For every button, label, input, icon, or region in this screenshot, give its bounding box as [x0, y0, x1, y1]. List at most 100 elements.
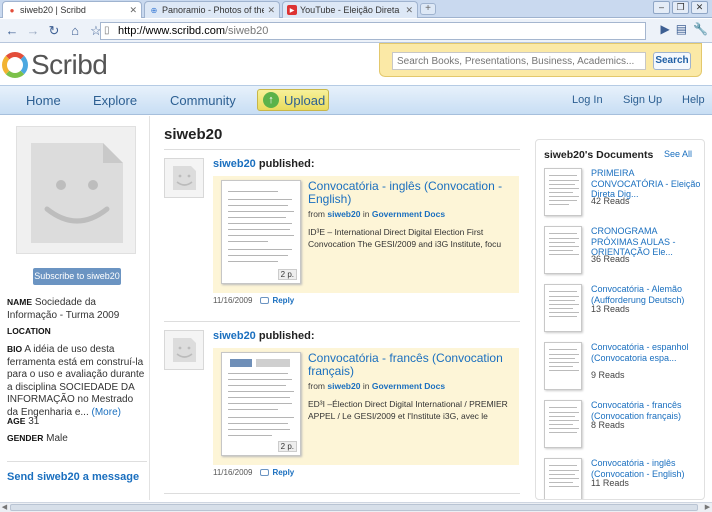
profile-bio: BIO A idéia de uso desta ferramenta está…	[7, 343, 147, 419]
feed-meta: 11/16/2009 Reply	[213, 296, 294, 305]
published-heading: siweb20 published:	[213, 158, 314, 170]
page-count: 2 p.	[277, 269, 297, 280]
scrollbar-thumb[interactable]	[10, 504, 698, 511]
scroll-right-icon[interactable]: ▶	[703, 503, 712, 512]
url-host: http://www.scribd.com	[118, 25, 225, 37]
go-icon[interactable]: ▶	[660, 22, 669, 36]
divider	[7, 461, 147, 462]
horizontal-scrollbar[interactable]: ◀ ▶	[0, 502, 712, 512]
nav-community[interactable]: Community	[170, 93, 236, 108]
document-title-link[interactable]: Convocatória - inglês (Convocation - Eng…	[591, 458, 701, 479]
document-thumbnail[interactable]	[544, 168, 582, 216]
profile-sidebar: Subscribe to siweb20 NAME Sociedade da I…	[0, 116, 150, 500]
document-thumbnail[interactable]: 2 p.	[221, 180, 301, 284]
user-avatar[interactable]	[164, 330, 204, 370]
document-title-link[interactable]: CRONOGRAMA PRÓXIMAS AULAS - ORIENTAÇÃO E…	[591, 226, 701, 258]
upload-arrow-icon: ↑	[263, 92, 279, 108]
nav-login[interactable]: Log In	[572, 94, 603, 106]
document-title-link[interactable]: Convocatória - francês (Convocation fran…	[308, 352, 513, 378]
reply-link[interactable]: Reply	[260, 296, 294, 305]
document-description: ED³I –Élection Direct Digital Internatio…	[308, 399, 508, 421]
default-avatar-icon	[31, 143, 123, 243]
home-icon[interactable]: ⌂	[66, 22, 84, 40]
page-title: siweb20	[164, 126, 223, 143]
subscribe-button[interactable]: Subscribe to siweb20	[33, 268, 121, 285]
tab-youtube[interactable]: ▶ YouTube - Eleição Direta Di... ✕	[282, 1, 418, 18]
document-title-link[interactable]: Convocatória - inglês (Convocation - Eng…	[308, 180, 513, 206]
user-link[interactable]: siweb20	[213, 330, 256, 342]
gender-value: Male	[46, 433, 68, 444]
document-thumbnail[interactable]	[544, 400, 582, 448]
user-link[interactable]: siweb20	[213, 158, 256, 170]
nav-help[interactable]: Help	[682, 94, 705, 106]
send-message-link[interactable]: Send siweb20 a message	[7, 471, 139, 483]
new-tab-button[interactable]: +	[420, 3, 436, 15]
age-value: 31	[28, 416, 40, 427]
scribd-logo-icon	[2, 52, 28, 78]
address-bar[interactable]: ▯ http://www.scribd.com/siweb20	[100, 22, 646, 40]
category-link[interactable]: Government Docs	[372, 381, 445, 391]
from-user-link[interactable]: siweb20	[327, 209, 360, 219]
divider	[164, 321, 520, 322]
feed-item: siweb20 published: 2 p. Convocatória - f…	[164, 321, 520, 501]
document-title-link[interactable]: Convocatória - francês (Convocation fran…	[591, 400, 701, 421]
document-title-link[interactable]: PRIMEIRA CONVOCATÓRIA - Eleição Direta D…	[591, 168, 701, 200]
document-title-link[interactable]: Convocatória - espanhol (Convocatoria es…	[591, 342, 701, 363]
scroll-left-icon[interactable]: ◀	[0, 503, 9, 512]
documents-title: siweb20's Documents	[544, 149, 654, 161]
tab-title: siweb20 | Scribd	[20, 5, 86, 15]
upload-button[interactable]: ↑ Upload	[257, 89, 329, 111]
divider	[164, 493, 520, 494]
tab-scribd[interactable]: ● siweb20 | Scribd ✕	[2, 1, 142, 18]
reload-icon[interactable]: ↻	[45, 22, 63, 40]
publish-date: 11/16/2009	[213, 296, 253, 305]
url-path: /siweb20	[224, 25, 269, 37]
maximize-button[interactable]: ❐	[672, 1, 689, 14]
close-icon[interactable]: ✕	[267, 5, 275, 16]
category-link[interactable]: Government Docs	[372, 209, 445, 219]
reply-label: Reply	[272, 296, 295, 305]
youtube-icon: ▶	[287, 5, 297, 15]
wrench-icon[interactable]: 🔧	[693, 22, 708, 36]
main-nav: Home Explore Community ↑ Upload Log In S…	[0, 85, 712, 115]
document-title-link[interactable]: Convocatória - Alemão (Aufforderung Deut…	[591, 284, 701, 305]
document-thumbnail[interactable]	[544, 226, 582, 274]
search-input[interactable]	[392, 52, 646, 70]
reply-label: Reply	[272, 468, 295, 477]
toolbar-right: ▶ ▤ 🔧	[660, 22, 708, 36]
default-avatar-icon	[173, 338, 196, 362]
forward-icon[interactable]: →	[24, 22, 42, 40]
documents-panel: siweb20's Documents See All PRIMEIRA CON…	[535, 139, 705, 500]
tab-title: Panoramio - Photos of the ...	[162, 5, 264, 15]
document-thumbnail[interactable]	[544, 458, 582, 499]
published-heading: siweb20 published:	[213, 330, 314, 342]
feed-item: siweb20 published: 2 p. Convocatória - i…	[164, 149, 520, 319]
see-all-link[interactable]: See All	[664, 149, 692, 159]
reply-link[interactable]: Reply	[260, 468, 294, 477]
close-icon[interactable]: ✕	[405, 5, 413, 16]
document-thumbnail[interactable]	[544, 284, 582, 332]
user-avatar[interactable]	[164, 158, 204, 198]
scribd-logo[interactable]: Scribd	[2, 48, 108, 82]
feed-meta: 11/16/2009 Reply	[213, 468, 294, 477]
close-icon[interactable]: ✕	[129, 5, 137, 16]
comment-icon	[260, 469, 270, 476]
from-text: from	[308, 381, 325, 391]
nav-home[interactable]: Home	[26, 93, 61, 108]
back-icon[interactable]: ←	[3, 22, 21, 40]
nav-signup[interactable]: Sign Up	[623, 94, 662, 106]
document-thumbnail[interactable]: 2 p.	[221, 352, 301, 456]
read-count: 13 Reads	[591, 304, 630, 314]
logo-text: Scribd	[31, 49, 108, 80]
tab-panoramio[interactable]: ⊕ Panoramio - Photos of the ... ✕	[144, 1, 280, 18]
document-thumbnail[interactable]	[544, 342, 582, 390]
action-text: published:	[258, 158, 315, 170]
nav-explore[interactable]: Explore	[93, 93, 137, 108]
close-window-button[interactable]: ✕	[691, 1, 708, 14]
divider	[164, 149, 520, 150]
from-user-link[interactable]: siweb20	[327, 381, 360, 391]
minimize-button[interactable]: –	[653, 1, 670, 14]
profile-age: AGE 31	[7, 415, 147, 429]
search-button[interactable]: Search	[653, 52, 691, 70]
page-menu-icon[interactable]: ▤	[676, 22, 687, 36]
